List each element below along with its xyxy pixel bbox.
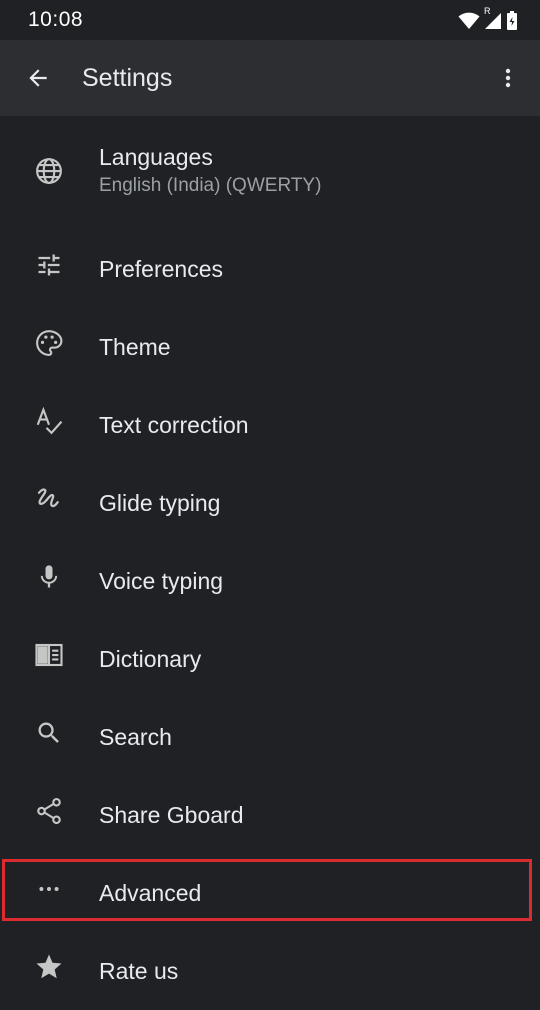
settings-item-search[interactable]: Search (0, 698, 540, 776)
settings-item-label: Rate us (99, 958, 179, 984)
status-icons: R (458, 6, 518, 32)
arrow-back-icon (25, 65, 51, 91)
gesture-icon (33, 483, 65, 515)
app-bar: Settings (0, 40, 540, 116)
settings-item-text-correction[interactable]: Text correction (0, 386, 540, 464)
page-title: Settings (82, 64, 173, 92)
palette-icon (33, 327, 65, 359)
settings-item-advanced[interactable]: Advanced (0, 854, 540, 932)
settings-item-label: Dictionary (99, 646, 202, 672)
star-icon (33, 951, 65, 983)
more-vert-icon (496, 66, 520, 90)
settings-item-rate-us[interactable]: Rate us (0, 932, 540, 1010)
settings-item-share-gboard[interactable]: Share Gboard (0, 776, 540, 854)
roaming-badge: R (484, 6, 491, 16)
settings-item-label: Voice typing (99, 568, 224, 594)
settings-item-label: Share Gboard (99, 802, 244, 828)
settings-item-label: Theme (99, 334, 171, 360)
settings-item-label: Search (99, 724, 172, 750)
settings-item-label: Preferences (99, 256, 224, 282)
settings-item-label: Advanced (99, 880, 202, 906)
more-horiz-icon (33, 873, 65, 905)
globe-icon (33, 155, 65, 187)
share-icon (33, 795, 65, 827)
status-bar: 10:08 R (0, 0, 540, 40)
settings-item-label: Glide typing (99, 490, 221, 516)
book-icon (33, 639, 65, 671)
settings-item-languages[interactable]: Languages English (India) (QWERTY) (0, 116, 540, 230)
settings-list: Languages English (India) (QWERTY) Prefe… (0, 116, 540, 1010)
mic-icon (33, 561, 65, 593)
search-icon (33, 717, 65, 749)
wifi-icon (458, 12, 480, 30)
cell-signal-icon: R (484, 6, 502, 30)
back-button[interactable] (16, 56, 60, 100)
tune-icon (33, 249, 65, 281)
settings-item-label: Languages (99, 144, 213, 170)
settings-item-theme[interactable]: Theme (0, 308, 540, 386)
settings-item-label: Text correction (99, 412, 249, 438)
settings-item-preferences[interactable]: Preferences (0, 230, 540, 308)
status-time: 10:08 (28, 8, 84, 31)
battery-icon (506, 11, 518, 31)
settings-item-glide-typing[interactable]: Glide typing (0, 464, 540, 542)
spellcheck-icon (33, 405, 65, 437)
settings-item-voice-typing[interactable]: Voice typing (0, 542, 540, 620)
settings-item-dictionary[interactable]: Dictionary (0, 620, 540, 698)
settings-item-subtitle: English (India) (QWERTY) (99, 175, 322, 196)
more-options-button[interactable] (486, 56, 530, 100)
